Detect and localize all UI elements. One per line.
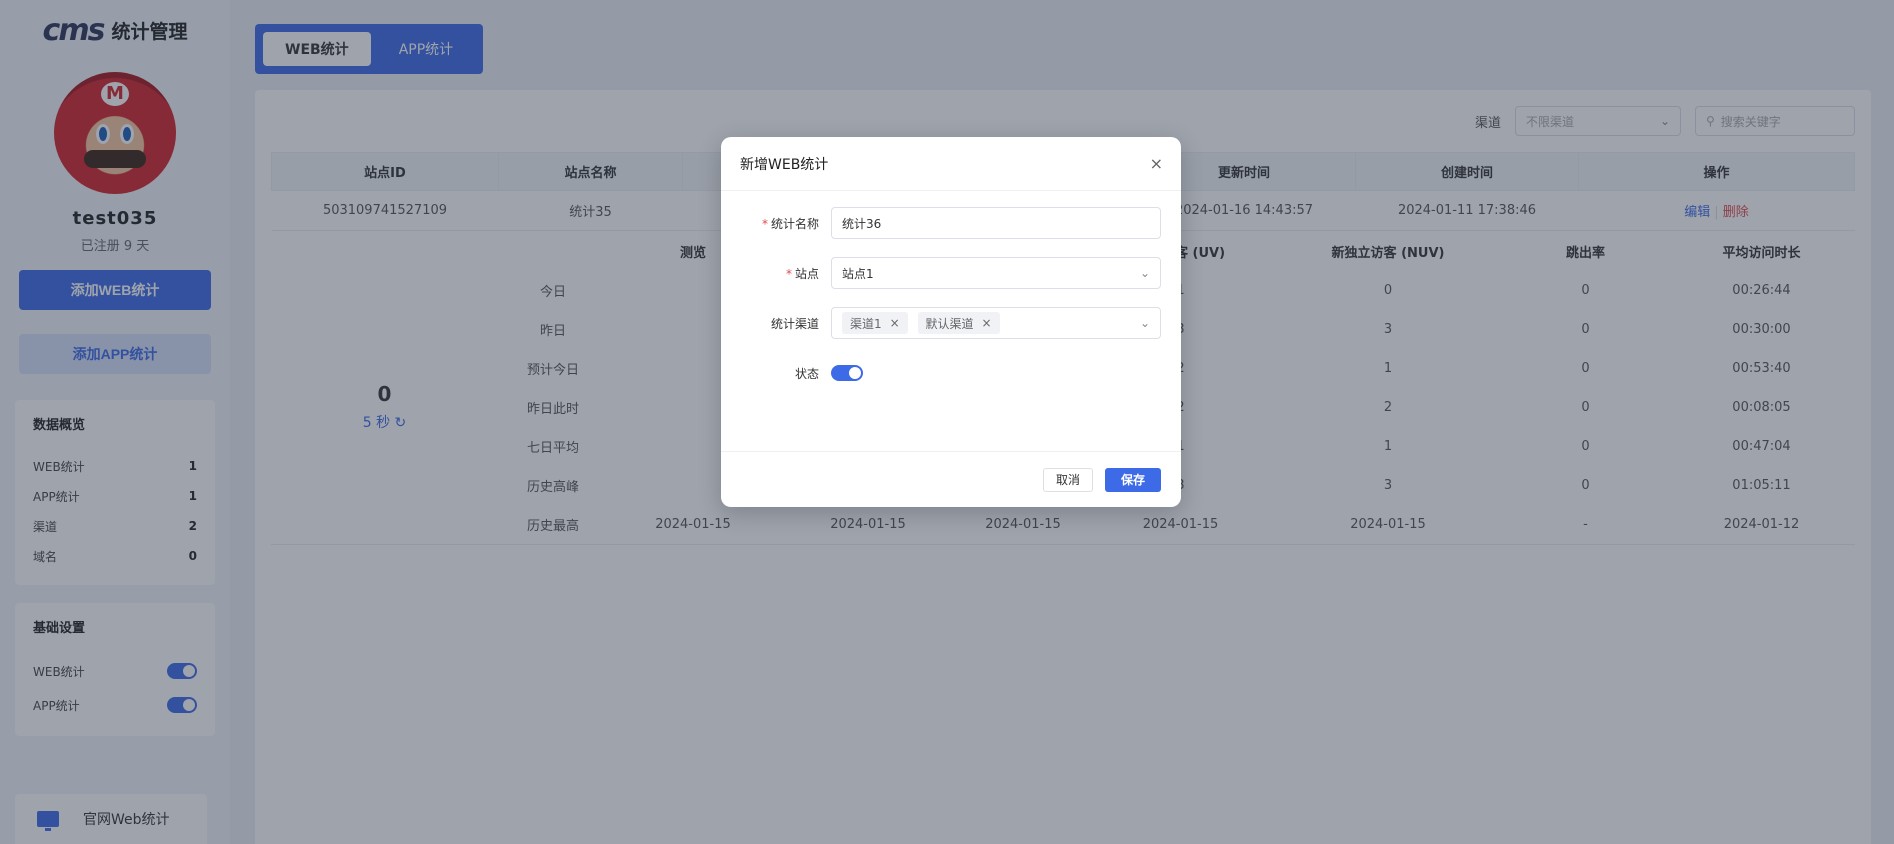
- form-row-site: * 站点 站点1 ⌄: [741, 257, 1161, 289]
- channel-multiselect[interactable]: 渠道1 × 默认渠道 × ⌄: [831, 307, 1161, 339]
- status-label: 状态: [794, 366, 819, 381]
- chevron-down-icon: ⌄: [1139, 316, 1150, 330]
- remove-chip-icon[interactable]: ×: [890, 316, 900, 330]
- add-web-stat-dialog: 新增WEB统计 × * 统计名称 统计36 * 站点 站点1 ⌄ 统计渠道 渠道…: [721, 137, 1181, 507]
- form-row-status: 状态: [741, 357, 1161, 389]
- app-root: cms 统计管理 M test035 已注册 9 天 添加WEB统计 添加APP…: [0, 0, 1894, 844]
- site-select[interactable]: 站点1 ⌄: [831, 257, 1161, 289]
- dialog-title: 新增WEB统计: [740, 156, 829, 173]
- close-icon[interactable]: ×: [1150, 154, 1163, 173]
- form-row-name: * 统计名称 统计36: [741, 207, 1161, 239]
- channel-label: 统计渠道: [770, 316, 819, 331]
- site-select-value: 站点1: [842, 266, 874, 281]
- stat-name-input[interactable]: 统计36: [831, 207, 1161, 239]
- stat-name-value: 统计36: [842, 216, 882, 231]
- remove-chip-icon[interactable]: ×: [982, 316, 992, 330]
- dialog-body: *统计名称 统计36 *站点 站点1 ⌄ 统计渠道 渠道1× 默认渠道×: [721, 191, 1181, 389]
- chevron-down-icon: ⌄: [1139, 266, 1150, 280]
- site-label: * 站点: [785, 266, 819, 281]
- name-label: * 统计名称: [761, 216, 819, 231]
- status-toggle[interactable]: [831, 365, 863, 381]
- cancel-button[interactable]: 取消: [1042, 467, 1093, 492]
- form-row-channel: 统计渠道 渠道1 × 默认渠道 × ⌄: [741, 307, 1161, 339]
- dialog-footer: 取消 保存: [721, 451, 1181, 507]
- save-button[interactable]: 保存: [1104, 467, 1161, 492]
- dialog-header: 新增WEB统计 ×: [721, 137, 1181, 191]
- channel-chip: 渠道1 ×: [842, 312, 908, 334]
- channel-chip: 默认渠道 ×: [917, 312, 1000, 334]
